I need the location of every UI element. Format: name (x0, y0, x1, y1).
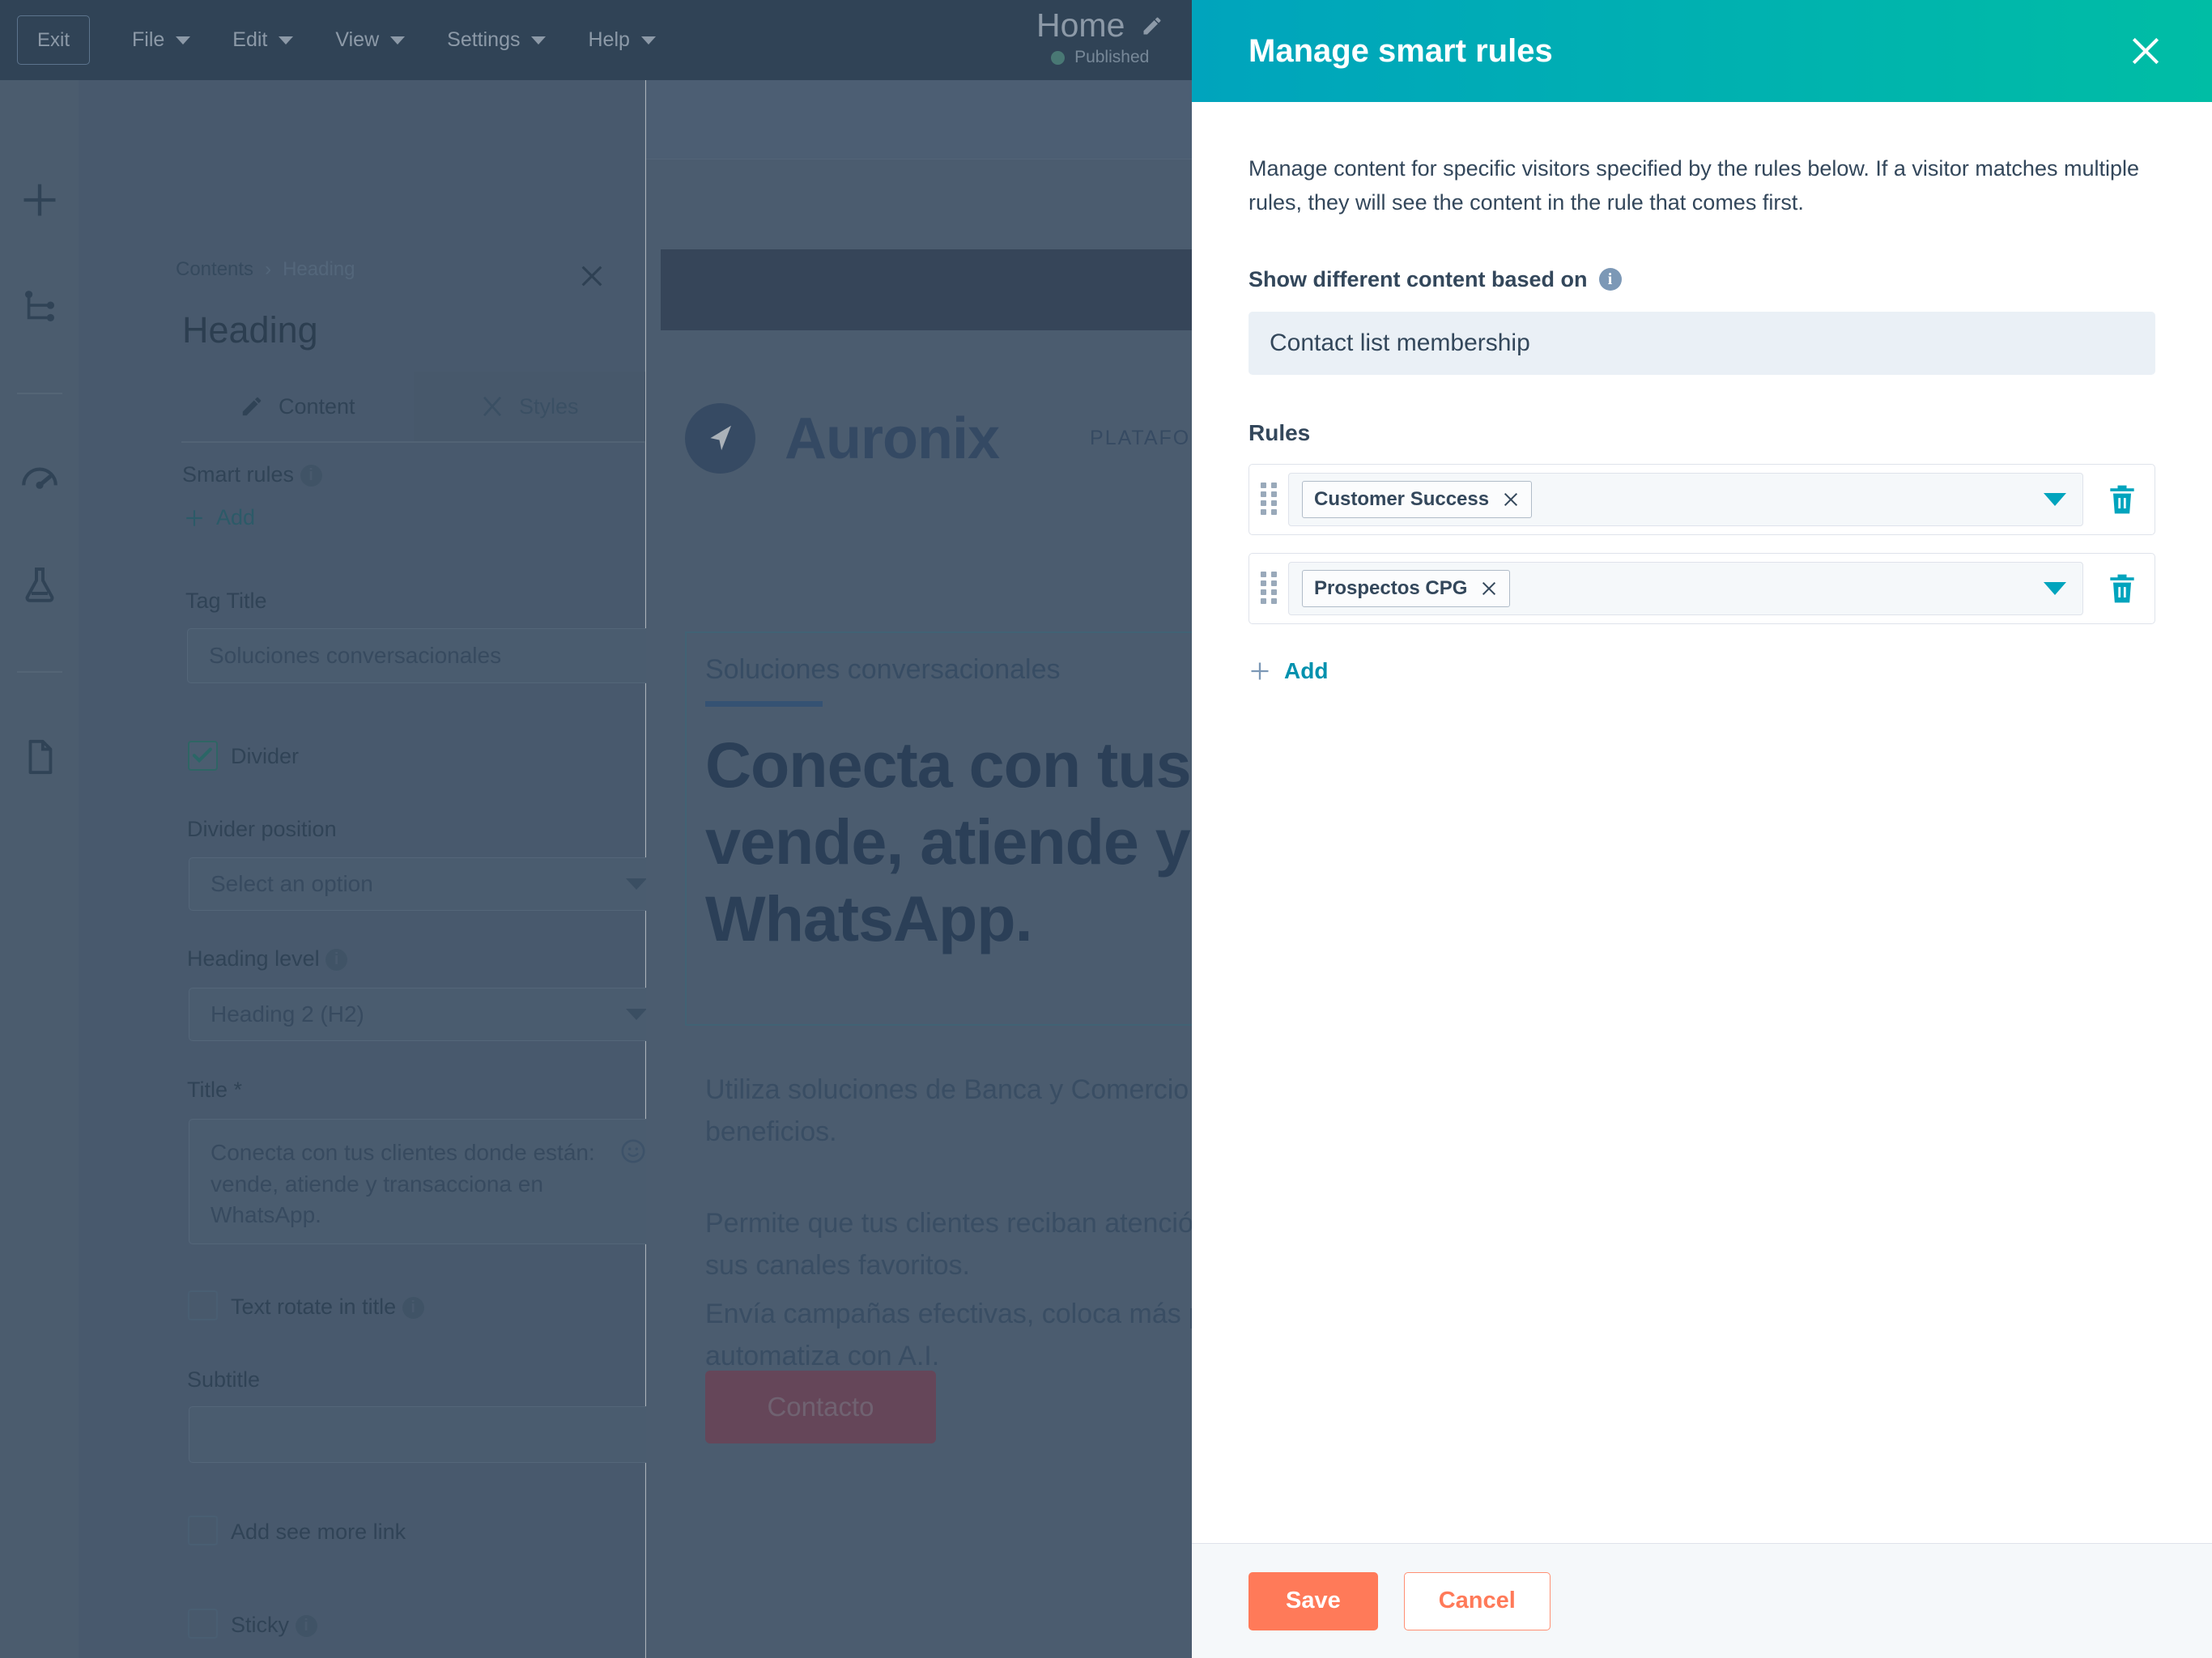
close-icon[interactable] (2128, 33, 2163, 69)
info-icon[interactable]: i (1599, 268, 1622, 291)
rule-row: Customer Success (1249, 464, 2155, 535)
add-rule-button[interactable]: Add (1249, 658, 2155, 684)
chevron-down-icon[interactable] (2044, 582, 2066, 595)
chevron-down-icon[interactable] (2044, 493, 2066, 506)
cancel-label: Cancel (1439, 1588, 1516, 1614)
modal-title: Manage smart rules (1249, 33, 1553, 70)
based-on-label: Show different content based on i (1249, 267, 2155, 292)
rule-chip[interactable]: Customer Success (1302, 481, 1532, 518)
rule-list-select[interactable]: Prospectos CPG (1288, 562, 2083, 615)
modal-header: Manage smart rules (1192, 0, 2212, 102)
rules-label: Rules (1249, 420, 2155, 446)
drag-handle-icon[interactable] (1261, 483, 1277, 517)
save-button[interactable]: Save (1249, 1572, 1378, 1630)
rule-chip-label: Prospectos CPG (1314, 577, 1467, 600)
manage-smart-rules-modal: Manage smart rules Manage content for sp… (1192, 0, 2212, 1658)
based-on-text: Show different content based on (1249, 267, 1588, 292)
save-label: Save (1286, 1588, 1341, 1614)
add-rule-label: Add (1284, 658, 1328, 684)
drag-handle-icon[interactable] (1261, 572, 1277, 606)
modal-body: Manage content for specific visitors spe… (1192, 102, 2212, 1543)
modal-description: Manage content for specific visitors spe… (1249, 152, 2151, 220)
trash-icon[interactable] (2104, 568, 2140, 610)
trash-icon[interactable] (2104, 478, 2140, 521)
cancel-button[interactable]: Cancel (1404, 1572, 1551, 1630)
app-root: Exit File Edit View Settings Help (0, 0, 2212, 1658)
close-icon[interactable] (1502, 491, 1520, 508)
rule-chip[interactable]: Prospectos CPG (1302, 570, 1510, 607)
based-on-select[interactable]: Contact list membership (1249, 312, 2155, 375)
modal-footer: Save Cancel (1192, 1543, 2212, 1658)
rule-list-select[interactable]: Customer Success (1288, 473, 2083, 526)
rule-chip-label: Customer Success (1314, 488, 1489, 511)
plus-icon (1249, 660, 1271, 682)
close-icon[interactable] (1480, 580, 1498, 597)
rule-row: Prospectos CPG (1249, 553, 2155, 624)
based-on-value: Contact list membership (1270, 329, 1530, 357)
